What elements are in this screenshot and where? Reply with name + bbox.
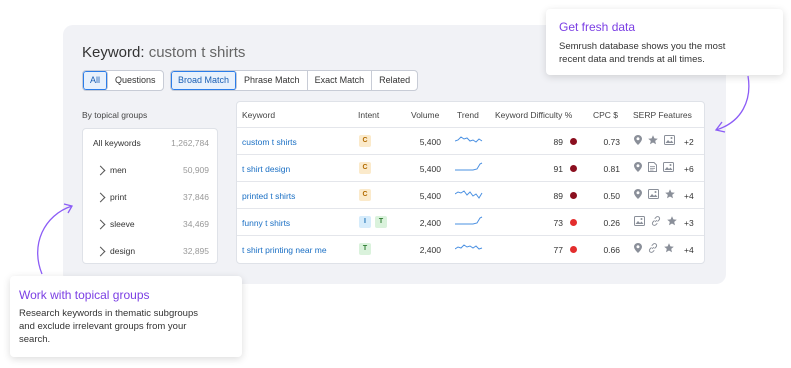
callout-arrows <box>37 75 750 275</box>
fresh-data-arrow <box>715 75 750 131</box>
groups-arrow <box>37 205 73 275</box>
screenshot-stage: Keyword: custom t shirts All Questions B… <box>0 0 791 368</box>
